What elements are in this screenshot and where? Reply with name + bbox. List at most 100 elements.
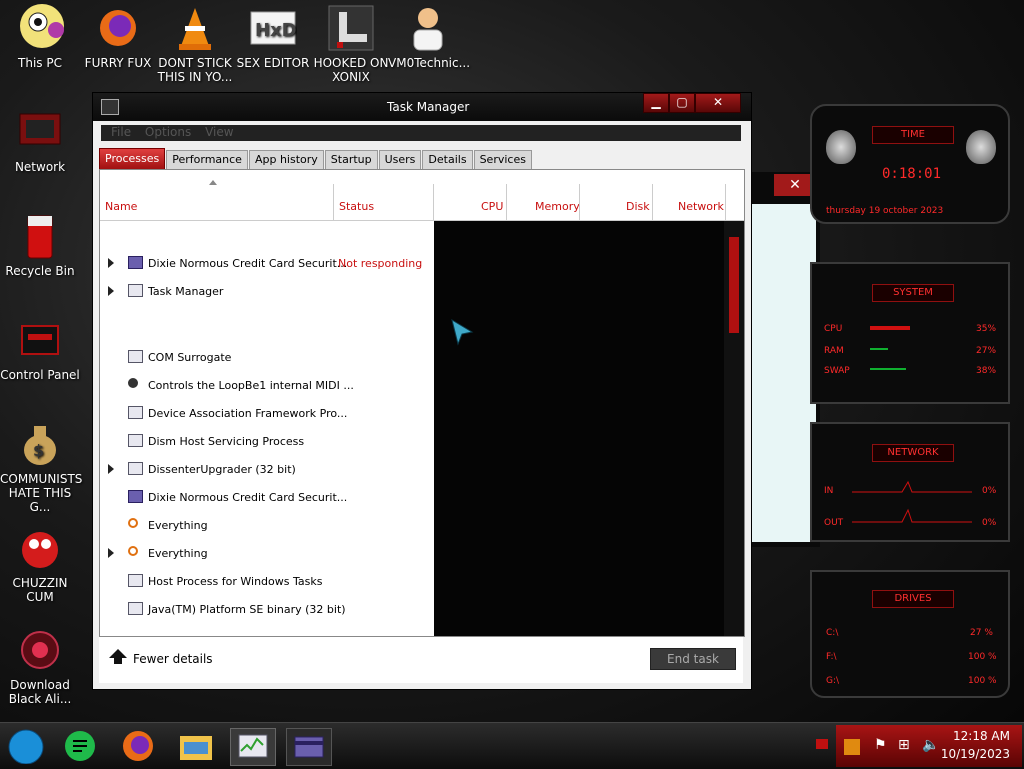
menu-options[interactable]: Options [145,125,191,139]
table-row[interactable]: Dixie Normous Credit Card Securit... [100,486,434,510]
expand-icon[interactable] [108,548,114,558]
table-row[interactable]: COM Surrogate [100,346,434,370]
network-tray-icon[interactable]: ⊞ [898,737,910,753]
process-name: Java(TM) Platform SE binary (32 bit) [148,603,346,616]
tab-details[interactable]: Details [422,150,473,170]
fewer-details-link[interactable]: Fewer details [133,652,213,666]
alien-head-icon [966,130,996,164]
desktop-icon-furry-fux[interactable]: FURRY FUX [78,4,158,70]
table-row[interactable]: Device Association Framework Pro... [100,402,434,426]
action-center-flag-icon[interactable]: ⚑ [874,737,887,753]
table-row[interactable]: Everything [100,542,434,566]
window-app-icon [128,462,143,475]
expand-icon[interactable] [108,286,114,296]
taskbar-notes-icon[interactable] [58,728,102,764]
tab-users[interactable]: Users [378,150,422,170]
desktop-icon-vm0technic[interactable]: VM0Technic... [388,4,470,70]
doctor-icon [404,4,452,52]
footer-bar: Fewer details End task [99,637,743,683]
recycle-bin-icon [16,212,64,260]
vlc-cone-icon [171,4,219,52]
tab-services[interactable]: Services [473,150,532,170]
process-name: Task Manager [148,285,224,298]
drives-panel: DRIVES C:\ 27 % F:\ 100 % G:\ 100 % [810,570,1010,698]
process-status: Not responding [338,257,423,270]
scrollbar-thumb[interactable] [729,237,739,333]
menu-file[interactable]: File [111,125,131,139]
title-bar[interactable]: Task Manager ▁ ▢ ✕ [93,93,751,121]
alienware-widget: TIME 0:18:01 thursday 19 october 2023 SY… [796,92,1024,720]
sort-arrow-icon [209,180,217,185]
desktop-icon-label: HOOKED ON XONIX [313,56,389,84]
out-label: OUT [824,518,844,528]
tray-app-icon[interactable] [844,739,860,755]
expand-icon[interactable] [108,464,114,474]
desktop-icon-recycle-bin[interactable]: Recycle Bin [0,212,80,278]
in-value: 0% [982,486,997,496]
end-task-button[interactable]: End task [650,648,736,670]
desktop-icon-dont-stick[interactable]: DONT STICK THIS IN YO... [155,4,235,84]
desktop-icon-control-panel[interactable]: Control Panel [0,316,80,382]
xonix-icon [327,4,375,52]
desktop-icon-hooked-on-xonix[interactable]: HOOKED ON XONIX [311,4,391,84]
window-app-icon [128,406,143,419]
menu-view[interactable]: View [205,125,233,139]
network-title: NETWORK [872,444,954,462]
desktop-icon-network[interactable]: Network [0,108,80,174]
taskbar-firefox-icon[interactable] [116,728,160,764]
column-status[interactable]: Status [339,200,374,213]
network-icon [16,108,64,156]
notification-flag-icon[interactable] [816,739,828,749]
tab-performance[interactable]: Performance [166,150,248,170]
table-row[interactable]: Dism Host Servicing Process [100,430,434,454]
taskbar-file-explorer-icon[interactable] [174,728,218,764]
table-row[interactable]: DissenterUpgrader (32 bit) [100,458,434,482]
taskbar-clock-date[interactable]: 10/19/2023 [941,747,1010,761]
table-row[interactable]: Controls the LoopBe1 internal MIDI ... [100,374,434,398]
maximize-button[interactable]: ▢ [669,93,695,113]
table-row[interactable]: Everything [100,514,434,538]
expand-icon[interactable] [108,258,114,268]
taskbar-task-manager-icon[interactable] [230,728,276,766]
taskbar-clock-time[interactable]: 12:18 AM [953,729,1010,743]
svg-text:$: $ [33,441,44,460]
window-app-icon [128,434,143,447]
minimize-button[interactable]: ▁ [643,93,669,113]
cpu-label: CPU [824,324,843,334]
desktop-icon-download-black-ali[interactable]: Download Black Ali... [0,626,80,706]
drive-g-label: G:\ [826,676,840,686]
volume-icon[interactable]: 🔈 [922,737,939,753]
control-panel-icon [16,316,64,364]
process-name: Host Process for Windows Tasks [148,575,323,588]
table-row[interactable]: Dixie Normous Credit Card Securit... Not… [100,252,434,276]
process-name: Controls the LoopBe1 internal MIDI ... [148,379,354,392]
column-memory[interactable]: Memory [535,200,580,213]
credit-card-app-icon [128,256,143,269]
column-network[interactable]: Network [678,200,724,213]
vertical-scrollbar[interactable] [724,221,744,636]
table-row[interactable]: Task Manager [100,280,434,304]
tab-processes[interactable]: Processes [99,148,166,170]
tab-startup[interactable]: Startup [324,150,378,170]
column-name[interactable]: Name [105,200,137,213]
column-cpu[interactable]: CPU [481,200,503,213]
cartoon-face-icon [16,4,64,52]
tab-app-history[interactable]: App history [248,150,324,170]
magnifier-icon [128,518,138,528]
desktop-icon-chuzzin[interactable]: CHUZZIN CUM [0,524,80,604]
column-separator [652,184,653,220]
table-row[interactable]: Host Process for Windows Tasks [100,570,434,594]
ram-bar [870,348,888,350]
table-row[interactable]: Java(TM) Platform SE binary (32 bit) [100,598,434,622]
taskbar-credit-card-app-icon[interactable] [286,728,332,766]
column-disk[interactable]: Disk [626,200,650,213]
task-manager-window: Task Manager ▁ ▢ ✕ File Options View Pro… [92,92,752,690]
process-name: Everything [148,547,208,560]
close-button[interactable]: ✕ [695,93,741,113]
start-button[interactable] [4,728,48,765]
task-manager-app-icon [101,99,119,115]
process-name: DissenterUpgrader (32 bit) [148,463,296,476]
desktop-icon-this-pc[interactable]: This PC [0,4,80,70]
desktop-icon-sex-editor[interactable]: HxD SEX EDITOR [233,4,313,70]
desktop-icon-communists[interactable]: $ COMMUNISTS HATE THIS G... [0,420,82,514]
